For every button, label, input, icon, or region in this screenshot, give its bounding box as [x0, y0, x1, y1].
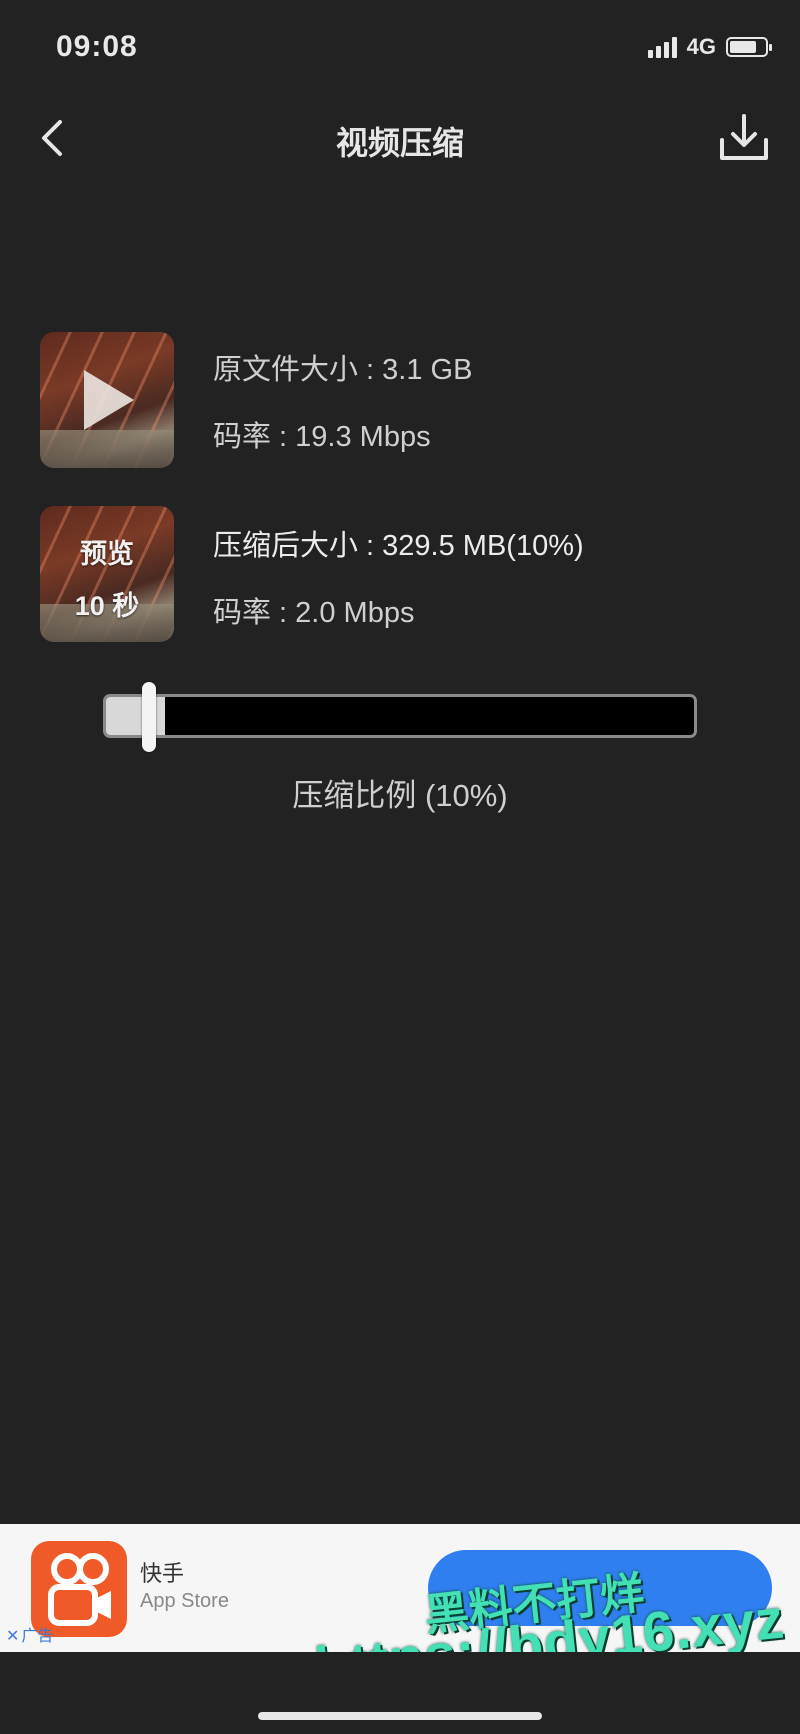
home-indicator[interactable] — [258, 1712, 542, 1720]
ad-store-name: App Store — [140, 1590, 229, 1612]
signal-icon — [647, 36, 677, 58]
download-icon — [720, 114, 768, 160]
bottom-area — [0, 1652, 800, 1734]
compression-ratio-label: 压缩比例 (10%) — [292, 778, 508, 813]
nav-bar: 视频压缩 — [0, 100, 800, 180]
compression-slider[interactable] — [103, 694, 697, 738]
preview-duration: 10 秒 — [74, 591, 140, 621]
network-type: 4G — [686, 34, 716, 59]
close-icon: ✕ — [6, 1628, 20, 1645]
original-video-thumbnail[interactable] — [40, 332, 174, 468]
slider-handle[interactable] — [142, 682, 156, 752]
ad-close-button[interactable]: ✕ 广告 — [6, 1622, 53, 1646]
preview-label: 预览 — [80, 539, 134, 569]
play-icon — [84, 370, 134, 430]
original-bitrate: 码率 : 19.3 Mbps — [213, 421, 431, 453]
compressed-size: 压缩后大小 : 329.5 MB(10%) — [213, 530, 584, 562]
original-size: 原文件大小 : 3.1 GB — [213, 354, 473, 386]
status-bar: 09:08 4G — [0, 0, 800, 100]
battery-level — [730, 41, 756, 53]
compressed-bitrate: 码率 : 2.0 Mbps — [213, 597, 415, 629]
page-title: 视频压缩 — [335, 125, 464, 161]
battery-icon — [726, 37, 772, 57]
status-indicators: 4G — [647, 34, 772, 60]
ad-app-name: 快手 — [140, 1561, 185, 1586]
download-button[interactable] — [712, 108, 776, 168]
preview-button[interactable]: 预览 10 秒 — [40, 506, 174, 642]
ad-label: 广告 — [21, 1628, 54, 1645]
status-time: 09:08 — [56, 30, 138, 63]
